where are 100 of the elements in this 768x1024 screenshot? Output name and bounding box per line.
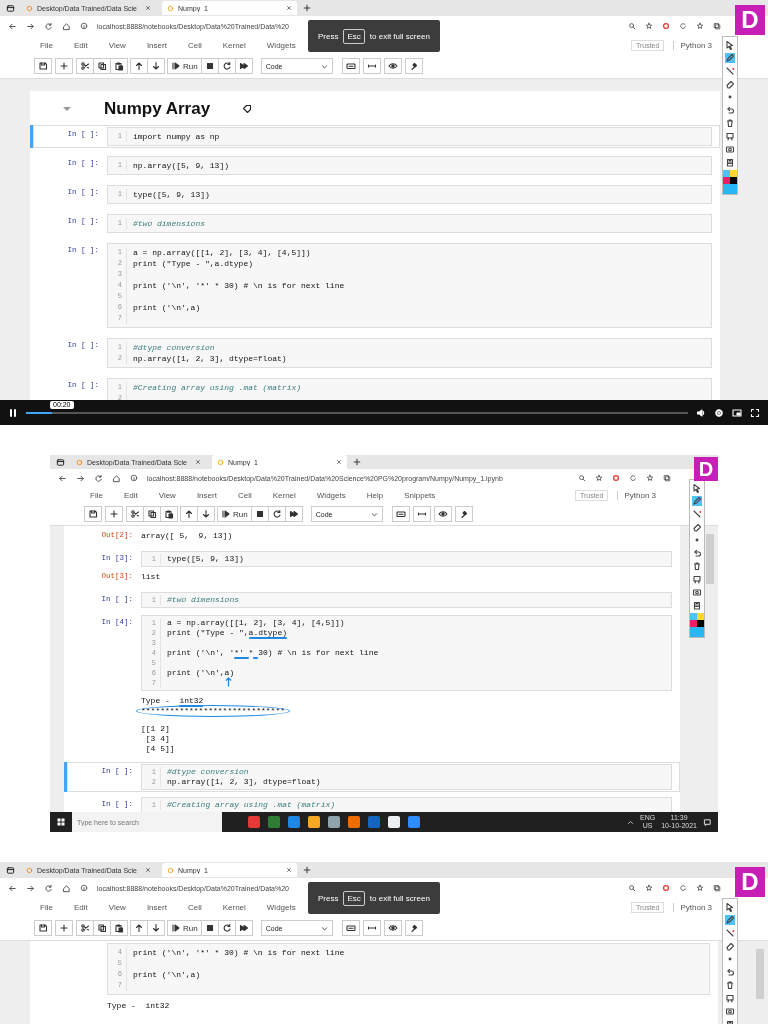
wrench-button[interactable]	[454, 506, 473, 522]
save-button[interactable]	[34, 920, 52, 936]
down-arrow-button[interactable]	[197, 506, 215, 522]
up-arrow-button[interactable]	[180, 506, 198, 522]
taskbar-app-icon[interactable]	[348, 816, 360, 828]
keyboard-button[interactable]	[341, 920, 360, 936]
up-arrow-button[interactable]	[130, 920, 148, 936]
scissors-button[interactable]	[76, 920, 94, 936]
favorites-icon	[696, 884, 704, 892]
menu-item[interactable]: View	[108, 902, 126, 912]
code-line: print ('\n',a)	[133, 969, 202, 980]
taskbar-app-icon[interactable]	[308, 816, 320, 828]
save-button[interactable]	[84, 506, 102, 522]
pen-icon	[725, 53, 735, 63]
menu-item[interactable]: Snippets	[404, 490, 436, 500]
line-icon	[692, 509, 702, 519]
menu-item[interactable]: Widgets	[266, 40, 296, 50]
tab-strip-icon	[6, 865, 15, 875]
save-icon	[38, 61, 48, 71]
paste-button[interactable]	[110, 920, 128, 936]
restart-icon	[271, 509, 282, 519]
new-tab-icon	[303, 866, 311, 874]
progress-track[interactable]	[26, 411, 688, 414]
code-line: print ('\n',a)	[133, 302, 202, 313]
restart-icon	[221, 61, 232, 71]
wrench-button[interactable]	[404, 58, 423, 74]
color-palette-icon[interactable]	[723, 170, 737, 194]
info-icon	[80, 22, 88, 30]
menu-item[interactable]: Edit	[73, 40, 88, 50]
copy-button[interactable]	[93, 920, 111, 936]
paste-button[interactable]	[160, 506, 178, 522]
menu-item[interactable]: Insert	[146, 902, 167, 912]
eye-button[interactable]	[383, 58, 402, 74]
up-arrow-button[interactable]	[130, 58, 148, 74]
down-arrow-icon	[151, 923, 161, 933]
menu-item[interactable]: Insert	[146, 40, 167, 50]
taskbar-app-icon[interactable]	[248, 816, 260, 828]
copy-button[interactable]	[93, 58, 111, 74]
board-icon	[692, 574, 702, 584]
taskbar-app-icon[interactable]	[388, 816, 400, 828]
run-button[interactable]: Run	[167, 920, 202, 936]
menu-item[interactable]: Kernel	[222, 902, 246, 912]
keyboard-button[interactable]	[391, 506, 410, 522]
zoom-icon	[628, 884, 636, 892]
taskbar-app-icon[interactable]	[408, 816, 420, 828]
run-button[interactable]: Run	[217, 506, 252, 522]
camera-icon	[725, 1006, 735, 1016]
menu-item[interactable]: Cell	[187, 902, 202, 912]
page-icon	[167, 866, 174, 874]
page-icon	[167, 4, 174, 12]
down-arrow-button[interactable]	[147, 920, 165, 936]
copy-button[interactable]	[143, 506, 161, 522]
eye-button[interactable]	[433, 506, 452, 522]
menu-item[interactable]: Edit	[123, 490, 138, 500]
plus-icon	[59, 61, 69, 71]
code-line: #dtype conversion	[167, 767, 250, 777]
menu-item[interactable]: Cell	[187, 40, 202, 50]
menu-item[interactable]: View	[108, 40, 126, 50]
menu-item[interactable]: Kernel	[272, 490, 296, 500]
scissors-button[interactable]	[126, 506, 144, 522]
fast-forward-icon	[288, 509, 299, 519]
eye-button[interactable]	[383, 920, 402, 936]
code-line: np.array([1, 2, 3], dtype=float)	[167, 777, 322, 787]
wrench-button[interactable]	[404, 920, 423, 936]
paste-button[interactable]	[110, 58, 128, 74]
app-logo: D	[735, 5, 765, 35]
scrollbar[interactable]	[756, 949, 764, 999]
restart-icon	[221, 923, 232, 933]
forward-icon	[76, 473, 85, 483]
close-icon	[286, 5, 292, 11]
pointer-icon	[725, 902, 735, 912]
menu-item[interactable]: Widgets	[316, 490, 346, 500]
menu-item[interactable]: Kernel	[222, 40, 246, 50]
taskbar-app-icon[interactable]	[328, 816, 340, 828]
save-button[interactable]	[34, 58, 52, 74]
output-line: Type - int32	[107, 1000, 171, 1011]
scissors-button[interactable]	[76, 58, 94, 74]
menu-item[interactable]: Help	[366, 490, 384, 500]
stop-icon	[204, 923, 215, 933]
menu-item[interactable]: File	[40, 902, 53, 912]
menu-item[interactable]: View	[158, 490, 176, 500]
scrollbar[interactable]	[706, 534, 714, 584]
run-button[interactable]: Run	[167, 58, 202, 74]
menu-item[interactable]: Edit	[73, 902, 88, 912]
menu-item[interactable]: File	[40, 40, 53, 50]
refresh-icon	[679, 884, 687, 892]
menu-item[interactable]: Cell	[237, 490, 252, 500]
forward-icon	[26, 21, 35, 31]
pause-icon	[8, 407, 18, 418]
step-icon	[171, 923, 181, 933]
output-line: [4 5]]	[144, 744, 176, 754]
taskbar-app-icon[interactable]	[288, 816, 300, 828]
menu-item[interactable]: File	[90, 490, 103, 500]
favorites-icon	[696, 22, 704, 30]
menu-item[interactable]: Widgets	[266, 902, 296, 912]
menu-item[interactable]: Insert	[196, 490, 217, 500]
board-icon	[725, 993, 735, 1003]
keyboard-button[interactable]	[341, 58, 360, 74]
color-palette-icon[interactable]	[690, 613, 704, 637]
down-arrow-button[interactable]	[147, 58, 165, 74]
